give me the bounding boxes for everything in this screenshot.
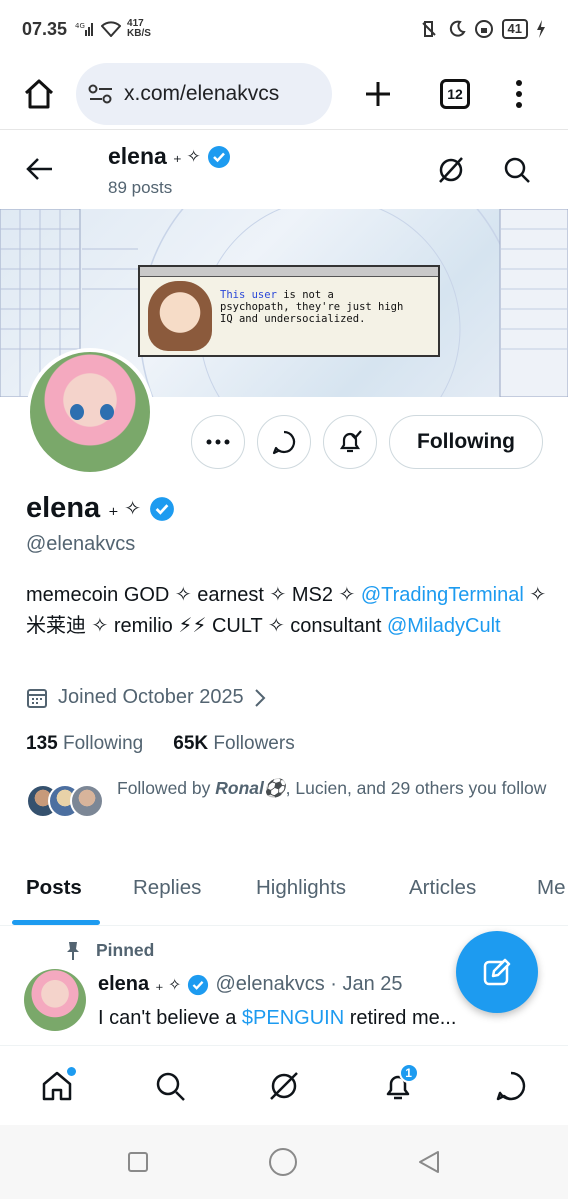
- tab-replies[interactable]: Replies: [133, 876, 201, 900]
- followed-by[interactable]: Followed by Ronal⚽, Lucien, and 29 other…: [26, 776, 547, 820]
- pinned-label: Pinned: [64, 940, 154, 961]
- followers-count-link[interactable]: 65K Followers: [173, 733, 294, 755]
- more-dots-icon: [206, 439, 230, 445]
- recents-icon[interactable]: [126, 1150, 150, 1174]
- url-text: x.com/elenakvcs: [124, 81, 280, 105]
- post-author-avatar[interactable]: [24, 969, 86, 1031]
- nav-notifications[interactable]: 1: [373, 1061, 423, 1111]
- compose-post-button[interactable]: [456, 931, 538, 1013]
- notifications-subscribe-button[interactable]: [323, 415, 377, 469]
- message-button[interactable]: [257, 415, 311, 469]
- joined-date[interactable]: Joined October 2025: [26, 686, 266, 709]
- more-options-button[interactable]: [191, 415, 245, 469]
- battery-indicator: 41: [501, 19, 528, 39]
- post-author-name[interactable]: elena: [98, 973, 149, 996]
- followed-by-text: Followed by Ronal⚽, Lucien, and 29 other…: [117, 778, 547, 798]
- profile-top-bar: elena ₊ ✧ 89 posts: [0, 131, 568, 209]
- tab-switcher-button[interactable]: 12: [440, 78, 470, 109]
- post-header: elena ₊ ✧ @elenakvcs · Jan 25: [98, 973, 403, 996]
- unread-dot: [66, 1066, 76, 1076]
- grok-icon: [270, 1071, 298, 1100]
- following-button[interactable]: Following: [389, 415, 543, 469]
- browser-toolbar: x.com/elenakvcs 12: [0, 58, 568, 130]
- nav-search[interactable]: [145, 1061, 195, 1111]
- network-speed: 417 KB/S: [127, 18, 151, 39]
- tab-highlights[interactable]: Highlights: [256, 876, 346, 900]
- clock: 07.35: [22, 18, 68, 39]
- vibrate-icon: [421, 21, 436, 37]
- chevron-right-icon: [254, 688, 266, 707]
- bio-link-miladycult[interactable]: @MiladyCult: [387, 615, 501, 637]
- status-bar: 07.35 4G 417 KB/S 41: [0, 0, 568, 58]
- profile-handle: @elenakvcs: [26, 533, 136, 555]
- moon-icon: [449, 20, 466, 37]
- nav-messages[interactable]: [486, 1061, 536, 1111]
- new-tab-icon[interactable]: [362, 78, 394, 110]
- post-cashtag-link[interactable]: $PENGUIN: [242, 1007, 344, 1029]
- address-bar[interactable]: x.com/elenakvcs: [76, 62, 332, 125]
- posts-count: 89 posts: [108, 178, 173, 197]
- post-text[interactable]: I can't believe a $PENGUIN retired me...: [98, 1007, 456, 1030]
- grok-icon[interactable]: [436, 155, 466, 185]
- profile-bio: memecoin GOD ✧ earnest ✧ MS2 ✧ @TradingT…: [26, 584, 547, 637]
- home-circle-icon[interactable]: [268, 1147, 298, 1177]
- menu-kebab-icon[interactable]: [514, 79, 524, 109]
- lock-icon: [474, 20, 493, 38]
- charging-icon: [537, 20, 545, 38]
- tab-posts[interactable]: Posts: [26, 876, 82, 900]
- wifi-icon: [101, 21, 122, 37]
- svg-text:4G: 4G: [75, 22, 85, 30]
- tab-media[interactable]: Me: [537, 876, 568, 900]
- site-settings-icon[interactable]: [88, 83, 114, 105]
- header-profile-name: elena ₊ ✧: [108, 143, 231, 170]
- tab-articles[interactable]: Articles: [409, 876, 476, 900]
- back-arrow-icon[interactable]: [26, 157, 54, 181]
- home-icon[interactable]: [22, 77, 56, 111]
- bottom-navigation: 1: [0, 1045, 568, 1125]
- nav-grok[interactable]: [259, 1061, 309, 1111]
- follower-avatar: [70, 784, 104, 818]
- following-count-link[interactable]: 135 Following: [26, 733, 143, 755]
- active-tab-indicator: [12, 920, 100, 925]
- post-handle-date: @elenakvcs · Jan 25: [215, 973, 403, 995]
- compose-icon: [483, 958, 511, 986]
- search-icon: [157, 1072, 186, 1101]
- signal-icon: 4G: [75, 22, 94, 36]
- banner-dialog-box: This user is not a psychopath, they're j…: [138, 265, 440, 357]
- profile-avatar[interactable]: [26, 348, 154, 476]
- verified-badge-icon: [150, 496, 174, 521]
- back-triangle-icon[interactable]: [416, 1149, 442, 1175]
- chat-bubble-icon: [496, 1071, 526, 1100]
- pin-icon: [67, 941, 79, 960]
- anime-character-image: [148, 281, 212, 351]
- profile-tabs: Posts Replies Highlights Articles Me: [0, 862, 568, 926]
- banner-dialog-text: This user is not a psychopath, they're j…: [220, 289, 404, 325]
- follow-stats: 135 Following 65K Followers: [26, 733, 295, 755]
- nav-home[interactable]: [32, 1061, 82, 1111]
- verified-badge-icon: [207, 145, 230, 168]
- verified-badge-icon: [188, 974, 209, 995]
- profile-name: elena ₊ ✧: [26, 492, 175, 525]
- calendar-icon: [27, 688, 47, 708]
- bio-link-tradingterminal[interactable]: @TradingTerminal: [361, 584, 524, 606]
- system-navigation-bar: [0, 1125, 568, 1199]
- bell-check-icon: [339, 430, 362, 453]
- notification-badge: 1: [398, 1062, 419, 1083]
- chat-bubble-icon: [272, 430, 296, 455]
- search-icon[interactable]: [503, 156, 531, 184]
